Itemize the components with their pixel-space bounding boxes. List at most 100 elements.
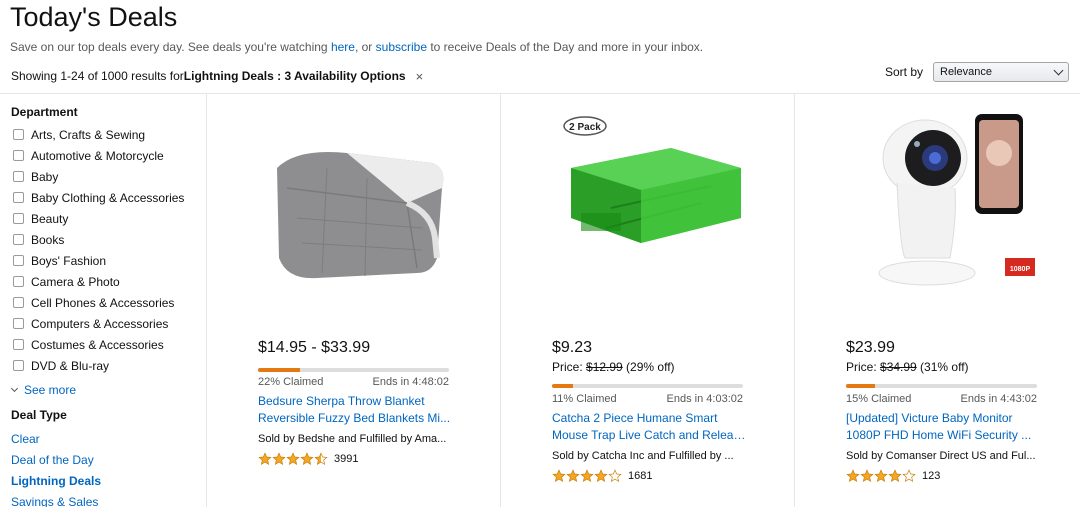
checkbox[interactable] [13,192,24,203]
clear-filter-icon[interactable]: × [416,70,424,83]
resolution-badge: 1080P [1010,266,1031,273]
department-label: Books [31,232,65,247]
mouse-trap-product-image[interactable]: 2 Pack [551,108,751,308]
chevron-down-icon [10,384,19,393]
department-filter-item[interactable]: Baby Clothing & Accessories [11,187,206,208]
department-filter-item[interactable]: Arts, Crafts & Sewing [11,124,206,145]
discount: (29% off) [622,360,675,374]
department-label: DVD & Blu-ray [31,358,110,373]
checkbox[interactable] [13,171,24,182]
two-pack-badge: 2 Pack [569,122,601,133]
star-icon [258,452,272,465]
checkbox[interactable] [13,255,24,266]
checkbox[interactable] [13,150,24,161]
checkbox[interactable] [13,213,24,224]
claimed-percent: 15% Claimed [846,393,912,405]
list-price-row: Price: $34.99 (31% off) [846,360,969,374]
star-icon [272,452,286,465]
department-filter-item[interactable]: Cell Phones & Accessories [11,292,206,313]
title-line: Mouse Trap Live Catch and Releas... [552,428,747,442]
deal-price: $9.23 [552,339,593,356]
star-icon [902,469,916,482]
watching-here-link[interactable]: here [331,40,355,54]
seller-info: Sold by Bedshe and Fulfilled by Ama... [258,433,447,445]
star-icon [286,452,300,465]
title-line: Reversible Fuzzy Bed Blankets Mi... [258,411,451,425]
star-icon [888,469,902,482]
rating-row[interactable]: 3991 [258,452,358,466]
department-filter-item[interactable]: Costumes & Accessories [11,334,206,355]
price-prefix: Price: [552,360,587,374]
checkbox[interactable] [13,339,24,350]
star-icon [580,469,594,482]
deal-countdown: Ends in 4:43:02 [960,393,1037,405]
deal-type-link[interactable]: Clear [11,428,206,449]
filter-sidebar: Department Arts, Crafts & Sewing Automoti… [0,94,206,507]
intro-text-part: , or [354,40,376,54]
product-title-link[interactable]: Catcha 2 Piece Humane Smart Mouse Trap L… [552,410,747,444]
claim-row: 11% Claimed Ends in 4:03:02 [552,393,743,405]
blanket-product-image[interactable] [257,108,457,308]
deal-card[interactable]: $14.95 - $33.99 22% Claimed Ends in 4:48… [206,94,501,507]
discount: (31% off) [916,360,969,374]
product-title-link[interactable]: [Updated] Victure Baby Monitor 1080P FHD… [846,410,1041,444]
claim-row: 15% Claimed Ends in 4:43:02 [846,393,1037,405]
department-filter-item[interactable]: DVD & Blu-ray [11,355,206,376]
deal-countdown: Ends in 4:48:02 [372,376,449,388]
baby-monitor-product-image[interactable]: 1080P [845,108,1045,308]
star-icon [566,469,580,482]
star-icon [300,452,314,465]
department-filter-item[interactable]: Computers & Accessories [11,313,206,334]
sort-selected-value: Relevance [940,66,992,78]
deal-type-heading: Deal Type [11,408,67,422]
deal-type-link[interactable]: Deal of the Day [11,449,206,470]
star-icon [874,469,888,482]
deal-type-link[interactable]: Savings & Sales [11,491,206,507]
rating-row[interactable]: 123 [846,469,940,483]
department-filter-item[interactable]: Boys' Fashion [11,250,206,271]
title-line: [Updated] Victure Baby Monitor [846,411,1013,425]
department-label: Baby Clothing & Accessories [31,190,185,205]
deal-card[interactable]: 1080P $23.99 Price: $34.99 (31% off) 15%… [794,94,1080,507]
rating-row[interactable]: 1681 [552,469,652,483]
star-icon [314,452,328,465]
star-rating [846,469,916,483]
star-icon [608,469,622,482]
results-summary: Showing 1-24 of 1000 results for Lightni… [11,69,423,83]
department-filter-item[interactable]: Automotive & Motorcycle [11,145,206,166]
department-label: Arts, Crafts & Sewing [31,127,146,142]
deal-countdown: Ends in 4:03:02 [666,393,743,405]
checkbox[interactable] [13,234,24,245]
sort-dropdown[interactable]: Relevance [933,62,1069,82]
see-more-link[interactable]: See more [10,382,206,398]
subscribe-link[interactable]: subscribe [376,40,427,54]
title-line: Bedsure Sherpa Throw Blanket [258,394,425,408]
deal-type-list: Clear Deal of the Day Lightning Deals Savin… [11,428,206,507]
claimed-progress-fill [846,384,875,388]
deal-card[interactable]: 2 Pack $9.23 Price: $12.99 (29% off) 11%… [500,94,795,507]
product-title-link[interactable]: Bedsure Sherpa Throw Blanket Reversible … [258,393,453,427]
department-label: Boys' Fashion [31,253,106,268]
seller-info: Sold by Comanser Direct US and Ful... [846,450,1036,462]
deal-price: $14.95 - $33.99 [258,339,371,356]
page-title: Today's Deals [10,2,178,32]
department-filter-item[interactable]: Baby [11,166,206,187]
checkbox[interactable] [13,297,24,308]
checkbox[interactable] [13,360,24,371]
claimed-progress-bar [258,368,449,372]
checkbox[interactable] [13,318,24,329]
review-count: 3991 [334,453,359,465]
department-filter-item[interactable]: Camera & Photo [11,271,206,292]
checkbox[interactable] [13,129,24,140]
star-icon [594,469,608,482]
list-price-row: Price: $12.99 (29% off) [552,360,675,374]
results-count: Showing 1-24 of 1000 results for [11,69,184,83]
seller-info: Sold by Catcha Inc and Fulfilled by ... [552,450,734,462]
checkbox[interactable] [13,276,24,287]
department-label: Computers & Accessories [31,316,169,331]
deal-type-link[interactable]: Lightning Deals [11,470,206,491]
department-filter-item[interactable]: Beauty [11,208,206,229]
star-rating [258,452,328,466]
department-filter-item[interactable]: Books [11,229,206,250]
department-label: Cell Phones & Accessories [31,295,175,310]
